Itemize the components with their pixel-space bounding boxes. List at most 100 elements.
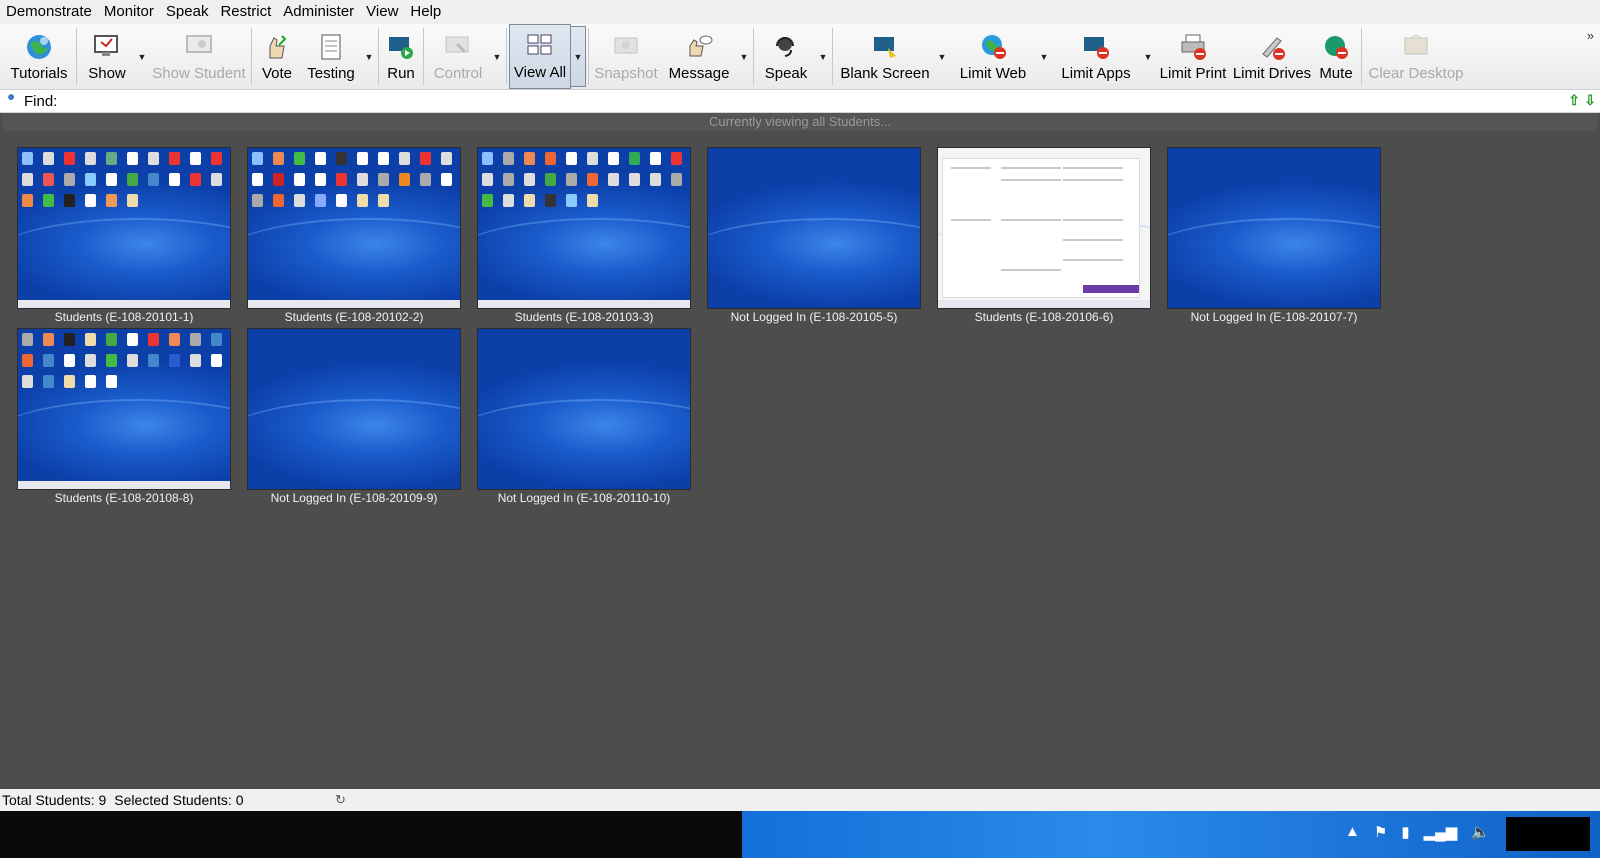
limit-print-button[interactable]: Limit Print [1155, 24, 1231, 89]
clear-desktop-button[interactable]: Clear Desktop [1364, 24, 1468, 89]
message-button[interactable]: Message [661, 24, 737, 89]
menu-demonstrate[interactable]: Demonstrate [0, 0, 98, 24]
refresh-icon[interactable]: ↻ [335, 792, 346, 808]
run-button[interactable]: Run [381, 24, 421, 89]
mute-icon [1325, 36, 1348, 59]
find-bar: Find: ⇧ ⇩ [0, 90, 1600, 113]
blank-screen-button[interactable]: Blank Screen [835, 24, 935, 89]
student-caption: Not Logged In (E-108-20107-7) [1190, 310, 1358, 324]
find-input[interactable] [63, 91, 1518, 111]
limit-apps-dropdown-arrow[interactable]: ▼ [1141, 24, 1155, 89]
limit-web-globe-icon [982, 35, 1006, 59]
menu-view[interactable]: View [360, 0, 404, 24]
selected-students-text: Selected Students: 0 [114, 792, 244, 808]
control-label: Control [433, 65, 483, 82]
student-caption: Students (E-108-20101-1) [54, 310, 194, 324]
menu-monitor[interactable]: Monitor [98, 0, 160, 24]
limit-web-button[interactable]: Limit Web [949, 24, 1037, 89]
limit-drives-button[interactable]: Limit Drives [1231, 24, 1313, 89]
show-screen-icon [94, 35, 118, 56]
speak-button[interactable]: Speak [756, 24, 816, 89]
clear-desktop-icon [1404, 34, 1428, 55]
run-label: Run [387, 65, 415, 82]
limit-drives-label: Limit Drives [1232, 65, 1312, 82]
action-center-flag-icon[interactable]: ⚑ [1374, 823, 1387, 841]
student-thumbnail[interactable]: Students (E-108-20102-2) [247, 147, 461, 324]
student-thumbnail[interactable]: Students (E-108-20101-1) [17, 147, 231, 324]
menu-help[interactable]: Help [404, 0, 447, 24]
find-next-arrow-icon[interactable]: ⇩ [1584, 92, 1596, 109]
mute-button[interactable]: Mute [1313, 24, 1359, 89]
student-thumbnail[interactable]: Students (E-108-20106-6) [937, 147, 1151, 324]
tutorials-label: Tutorials [10, 65, 68, 82]
control-dropdown-arrow[interactable]: ▼ [490, 24, 504, 89]
menu-administer[interactable]: Administer [277, 0, 360, 24]
power-icon[interactable]: ▮ [1401, 823, 1409, 841]
speak-dropdown-arrow[interactable]: ▼ [816, 24, 830, 89]
student-screen-desktop[interactable] [477, 147, 691, 309]
student-thumbnail[interactable]: ········· Not Logged In (E-108-20109-9) [247, 328, 461, 505]
vote-hand-icon [269, 35, 287, 59]
menu-speak[interactable]: Speak [160, 0, 215, 24]
student-thumbnail[interactable]: ········· Not Logged In (E-108-20105-5) [707, 147, 921, 324]
toolbar-overflow-chevron-icon[interactable]: » [1587, 28, 1594, 43]
find-label: Find: [24, 92, 58, 110]
clock-area[interactable] [1506, 817, 1590, 851]
thumbnail-taskbar [478, 300, 690, 308]
login-screen-hint: ········· [1266, 218, 1282, 224]
student-screen-document[interactable] [937, 147, 1151, 309]
control-button[interactable]: Control [426, 24, 490, 89]
student-screen-desktop[interactable] [17, 147, 231, 309]
student-screen-login[interactable]: ········· [247, 328, 461, 490]
document-purple-bar [1083, 285, 1139, 293]
show-button[interactable]: Show [79, 24, 135, 89]
blank-screen-dropdown-arrow[interactable]: ▼ [935, 24, 949, 89]
printer-icon [1181, 34, 1206, 60]
volume-icon[interactable]: 🔈 [1471, 823, 1490, 841]
testing-button[interactable]: Testing [300, 24, 362, 89]
student-caption: Not Logged In (E-108-20109-9) [270, 491, 438, 505]
student-caption: Students (E-108-20108-8) [54, 491, 194, 505]
testing-label: Testing [307, 65, 355, 82]
limit-apps-button[interactable]: Limit Apps [1051, 24, 1141, 89]
mute-label: Mute [1319, 65, 1353, 82]
student-screen-login[interactable]: ········· [477, 328, 691, 490]
snapshot-button[interactable]: Snapshot [591, 24, 661, 89]
student-thumbnail[interactable]: Students (E-108-20108-8) [17, 328, 231, 505]
snapshot-camera-icon [614, 37, 638, 54]
message-label: Message [668, 65, 730, 82]
snapshot-label: Snapshot [594, 65, 658, 82]
testing-dropdown-arrow[interactable]: ▼ [362, 24, 376, 89]
vote-button[interactable]: Vote [254, 24, 300, 89]
system-tray: ▲ ⚑ ▮ ▂▄▆ 🔈 [1345, 823, 1490, 841]
limit-apps-label: Limit Apps [1061, 65, 1131, 82]
view-all-dropdown-arrow[interactable]: ▼ [571, 26, 586, 87]
view-status-text: Currently viewing all Students... [2, 113, 1598, 131]
toolbar-separator [832, 28, 833, 85]
limit-web-dropdown-arrow[interactable]: ▼ [1037, 24, 1051, 89]
student-screen-desktop[interactable] [247, 147, 461, 309]
student-thumbnail[interactable]: Students (E-108-20103-3) [477, 147, 691, 324]
message-dropdown-arrow[interactable]: ▼ [737, 24, 751, 89]
desktop-icons [22, 152, 226, 207]
show-student-button[interactable]: Show Student [149, 24, 249, 89]
run-app-icon [389, 37, 413, 59]
student-thumbnail[interactable]: ········· Not Logged In (E-108-20107-7) [1167, 147, 1381, 324]
test-sheet-icon [321, 34, 341, 60]
student-screen-login[interactable]: ········· [707, 147, 921, 309]
student-screen-login[interactable]: ········· [1167, 147, 1381, 309]
show-dropdown-arrow[interactable]: ▼ [135, 24, 149, 89]
toolbar-separator [753, 28, 754, 85]
find-previous-arrow-icon[interactable]: ⇧ [1568, 92, 1580, 109]
view-all-button[interactable]: View All [509, 24, 571, 89]
network-signal-icon[interactable]: ▂▄▆ [1424, 823, 1458, 841]
student-screen-desktop[interactable] [17, 328, 231, 490]
menu-restrict[interactable]: Restrict [214, 0, 277, 24]
show-student-label: Show Student [152, 65, 246, 82]
student-thumbnail[interactable]: ········· Not Logged In (E-108-20110-10) [477, 328, 691, 505]
tutorials-button[interactable]: Tutorials [4, 24, 74, 89]
tray-expand-arrow-icon[interactable]: ▲ [1345, 823, 1360, 841]
view-all-grid-icon [527, 34, 552, 55]
globe-info-icon [27, 35, 51, 59]
desktop-icons [482, 152, 686, 207]
